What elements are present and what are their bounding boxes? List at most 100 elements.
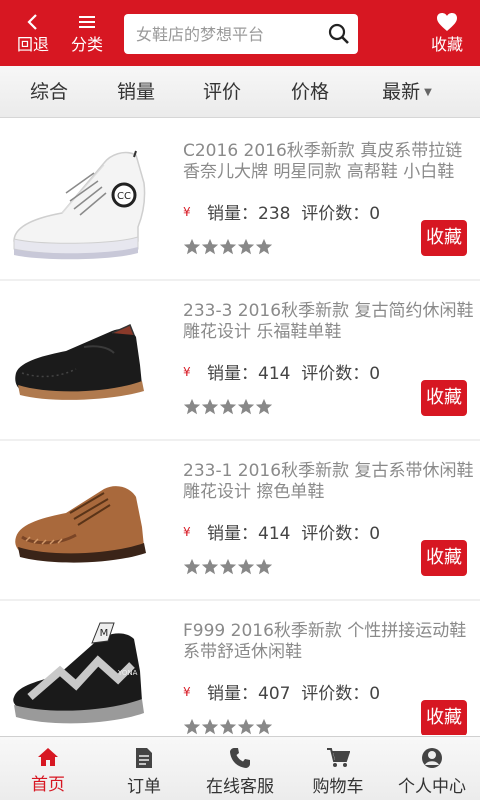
top-bar: 回退 分类 收藏 (0, 0, 480, 66)
sales-text: 销量：238 (207, 204, 291, 224)
star-icon (201, 558, 219, 575)
star-icon (183, 398, 201, 415)
product-title[interactable]: F999 2016秋季新款 个性拼接运动鞋 系带舒适休闲鞋 (183, 621, 475, 663)
product-image-sport-sneaker: M YONA (13, 622, 144, 724)
star-icon (255, 558, 273, 575)
favorite-button[interactable]: 收藏 (421, 700, 467, 735)
favorites-label: 收藏 (430, 35, 463, 54)
tab-sales[interactable]: 销量 (98, 66, 174, 118)
star-icon (255, 238, 273, 255)
category-button[interactable]: 分类 (62, 0, 112, 66)
phone-icon (230, 748, 250, 768)
search-box[interactable] (124, 14, 358, 54)
reviews-text: 评价数：0 (301, 204, 381, 224)
favorites-button[interactable]: 收藏 (420, 0, 474, 66)
search-input[interactable] (136, 20, 326, 48)
star-icon (201, 718, 219, 735)
star-icon (219, 398, 237, 415)
svg-text:CC: CC (117, 191, 131, 202)
tab-price[interactable]: 价格 (272, 66, 348, 118)
price-symbol: ¥ (183, 205, 191, 219)
product-image-white-sneaker: CC (13, 150, 146, 260)
sales-count: 销量：414 评价数：0 (207, 519, 380, 544)
star-rating (183, 558, 273, 578)
product-image-brown-oxford (15, 486, 146, 563)
product-title[interactable]: C2016 2016秋季新款 真皮系带拉链香奈儿大牌 明星同款 高帮鞋 小白鞋 (183, 141, 475, 183)
favorite-button[interactable]: 收藏 (421, 380, 467, 416)
order-icon (136, 748, 152, 768)
category-label: 分类 (70, 35, 103, 54)
back-label: 回退 (16, 35, 49, 54)
search-icon[interactable] (328, 23, 350, 45)
star-icon (183, 718, 201, 735)
chevron-left-icon (27, 14, 37, 30)
star-icon (219, 718, 237, 735)
star-icon (201, 398, 219, 415)
reviews-text: 评价数：0 (301, 364, 381, 384)
product-item[interactable]: 233-3 2016秋季新款 复古简约休闲鞋 雕花设计 乐福鞋单鞋 ¥ 销量：4… (0, 281, 480, 439)
sales-count: 销量：238 评价数：0 (207, 199, 380, 224)
tab-rating[interactable]: 评价 (184, 66, 260, 118)
star-icon (201, 238, 219, 255)
menu-icon (79, 16, 95, 28)
nav-cart[interactable]: 购物车 (298, 737, 378, 800)
tab-label: 最新 (382, 81, 421, 103)
star-icon (237, 238, 255, 255)
price-symbol: ¥ (183, 365, 191, 379)
dropdown-arrow-icon: ▼ (424, 86, 432, 98)
sales-count: 销量：414 评价数：0 (207, 359, 380, 384)
nav-label: 在线客服 (206, 777, 274, 797)
nav-customer-service[interactable]: 在线客服 (196, 737, 284, 800)
nav-label: 订单 (127, 777, 161, 797)
star-icon (183, 238, 201, 255)
product-item[interactable]: M YONA F999 2016秋季新款 个性拼接运动鞋 系带舒适休闲鞋 ¥ 销… (0, 601, 480, 735)
product-item[interactable]: CC C2016 2016秋季新款 真皮系带拉链香奈儿大牌 明星同款 高帮鞋 小… (0, 121, 480, 279)
reviews-text: 评价数：0 (301, 524, 381, 544)
star-icon (219, 558, 237, 575)
sales-count: 销量：407 评价数：0 (207, 679, 380, 704)
sales-text: 销量：414 (207, 524, 291, 544)
tab-label: 销量 (116, 81, 155, 103)
star-icon (237, 558, 255, 575)
sales-text: 销量：407 (207, 684, 291, 704)
star-icon (237, 718, 255, 735)
star-icon (255, 398, 273, 415)
nav-label: 购物车 (312, 777, 364, 797)
star-rating (183, 238, 273, 258)
reviews-text: 评价数：0 (301, 684, 381, 704)
svg-text:YONA: YONA (117, 669, 138, 677)
product-list[interactable]: CC C2016 2016秋季新款 真皮系带拉链香奈儿大牌 明星同款 高帮鞋 小… (0, 121, 480, 735)
nav-profile[interactable]: 个人中心 (390, 737, 474, 800)
bottom-nav: 首页 订单 在线客服 购物车 个人中心 (0, 736, 480, 800)
nav-home[interactable]: 首页 (8, 737, 88, 800)
star-icon (255, 718, 273, 735)
tab-newest[interactable]: 最新 ▼ (364, 66, 450, 118)
cart-icon (327, 748, 350, 767)
svg-text:M: M (100, 628, 109, 639)
star-rating (183, 398, 273, 418)
nav-label: 个人中心 (398, 777, 466, 797)
product-title[interactable]: 233-1 2016秋季新款 复古系带休闲鞋 雕花设计 擦色单鞋 (183, 461, 475, 503)
favorite-button[interactable]: 收藏 (421, 220, 467, 256)
product-title[interactable]: 233-3 2016秋季新款 复古简约休闲鞋 雕花设计 乐福鞋单鞋 (183, 301, 475, 343)
star-icon (219, 238, 237, 255)
tab-comprehensive[interactable]: 综合 (12, 66, 86, 118)
star-icon (183, 558, 201, 575)
star-icon (237, 398, 255, 415)
nav-orders[interactable]: 订单 (104, 737, 184, 800)
price-symbol: ¥ (183, 525, 191, 539)
tab-label: 综合 (29, 81, 68, 103)
star-rating (183, 718, 273, 735)
favorite-button[interactable]: 收藏 (421, 540, 467, 576)
tab-label: 评价 (202, 81, 241, 103)
price-symbol: ¥ (183, 685, 191, 699)
sales-text: 销量：414 (207, 364, 291, 384)
nav-label: 首页 (31, 775, 65, 795)
user-icon (422, 748, 442, 768)
home-icon (38, 748, 58, 766)
sort-tabs: 综合 销量 评价 价格 最新 ▼ (0, 66, 480, 118)
back-button[interactable]: 回退 (8, 0, 58, 66)
product-item[interactable]: 233-1 2016秋季新款 复古系带休闲鞋 雕花设计 擦色单鞋 ¥ 销量：41… (0, 441, 480, 599)
tab-label: 价格 (290, 81, 329, 103)
heart-icon (437, 13, 457, 31)
